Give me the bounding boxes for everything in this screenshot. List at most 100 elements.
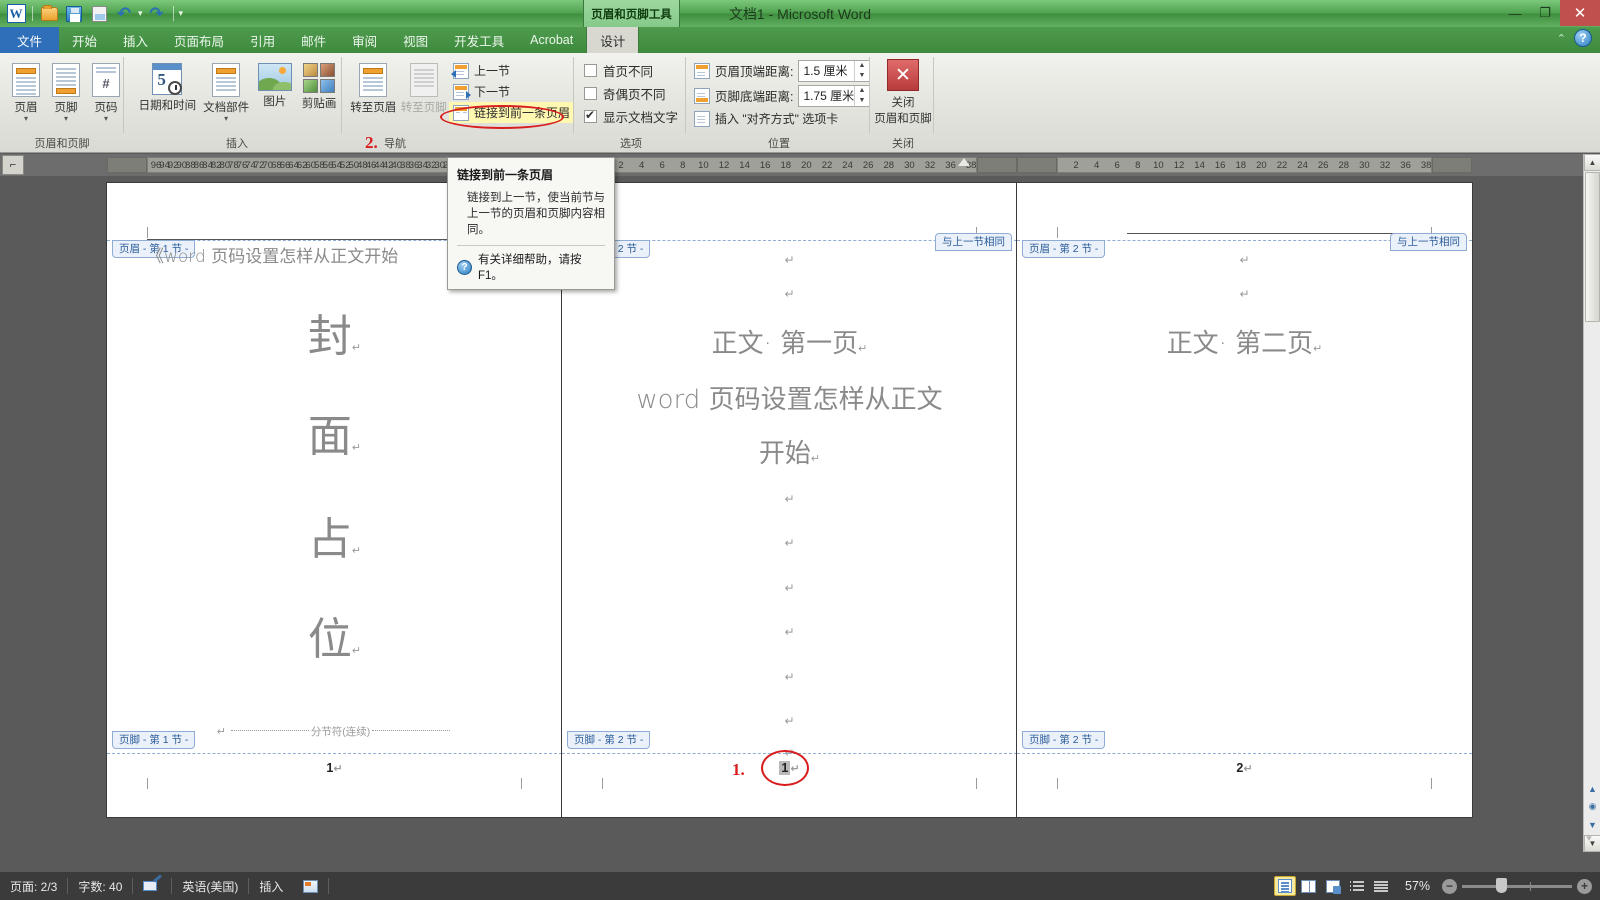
status-language[interactable]: 英语(美国) bbox=[172, 872, 248, 900]
customize-qat-icon[interactable]: ▾ bbox=[179, 8, 184, 19]
next-section-button[interactable]: 下一节 bbox=[449, 81, 574, 102]
help-icon[interactable]: ? bbox=[1574, 29, 1592, 47]
page-number-dropdown-icon[interactable]: ▾ bbox=[104, 115, 108, 122]
full-screen-reading-view-button[interactable] bbox=[1298, 876, 1320, 896]
page3-page-number[interactable]: 2↵ bbox=[1017, 761, 1472, 775]
page2-body-line-3[interactable]: 开始↵ bbox=[562, 433, 1017, 470]
clipart-button[interactable]: 剪贴画 bbox=[296, 59, 342, 122]
header-distance-spinner[interactable]: ▲▼ bbox=[854, 61, 869, 81]
ruler-tick: 12 bbox=[1174, 160, 1185, 171]
footer-distance-spinner[interactable]: ▲▼ bbox=[854, 86, 869, 106]
left-tab-stop-icon[interactable]: ⌐ bbox=[2, 155, 24, 175]
print-preview-icon[interactable] bbox=[88, 3, 110, 25]
minimize-ribbon-icon[interactable]: ⌃ bbox=[1557, 32, 1566, 45]
checkbox-box-odd-even[interactable] bbox=[584, 87, 597, 100]
page1-footer-boundary bbox=[107, 753, 562, 754]
save-icon[interactable] bbox=[63, 3, 85, 25]
ruler-band-page3[interactable]: 24681012141618202224262830323638 bbox=[1057, 157, 1432, 173]
ruler-tick: 36 bbox=[1400, 160, 1411, 171]
close-header-footer-icon[interactable]: ✕ bbox=[887, 59, 919, 91]
zoom-percent-label[interactable]: 57% bbox=[1393, 879, 1442, 893]
page2-page-number[interactable]: 1↵ bbox=[562, 761, 1017, 775]
different-odd-even-checkbox[interactable]: 奇偶页不同 bbox=[584, 82, 686, 105]
page-3[interactable]: 页眉 - 第 2 节 - 与上一节相同 ↵ ↵ 正文· 第二页↵ 页脚 - 第 … bbox=[1017, 183, 1472, 817]
status-word-count[interactable]: 字数: 40 bbox=[68, 872, 132, 900]
zoom-thumb[interactable] bbox=[1496, 878, 1507, 893]
previous-page-button[interactable]: ▲ bbox=[1585, 781, 1600, 796]
macro-record-icon[interactable] bbox=[293, 872, 328, 900]
tab-review[interactable]: 审阅 bbox=[339, 27, 390, 53]
vertical-scrollbar[interactable]: ▲ ▲ ◉ ▼ ▼ bbox=[1583, 154, 1600, 852]
select-browse-object-button[interactable]: ◉ bbox=[1585, 799, 1600, 814]
undo-dropdown-icon[interactable]: ▾ bbox=[138, 8, 143, 19]
tab-view[interactable]: 视图 bbox=[390, 27, 441, 53]
redo-icon[interactable]: ↷ bbox=[146, 3, 168, 25]
header-distance-icon bbox=[694, 63, 710, 79]
link-to-previous-button[interactable]: 链接到前一条页眉 bbox=[449, 102, 574, 123]
restore-button[interactable]: ❐ bbox=[1530, 0, 1560, 26]
draft-view-button[interactable] bbox=[1370, 876, 1392, 896]
page-2[interactable]: 页眉 - 第 2 节 - 与上一节相同 ↵ ↵ 正文· 第一页↵ word 页码… bbox=[562, 183, 1017, 817]
page1-body-line-3[interactable]: 占↵ bbox=[107, 503, 562, 567]
page1-body-line-2[interactable]: 面↵ bbox=[107, 400, 562, 464]
window-controls: — ❐ ✕ bbox=[1500, 0, 1600, 26]
document-parts-button[interactable]: 文档部件 ▾ bbox=[199, 59, 254, 122]
tab-references[interactable]: 引用 bbox=[237, 27, 288, 53]
date-time-button[interactable]: 5 日期和时间 bbox=[138, 59, 197, 122]
zoom-track[interactable] bbox=[1462, 885, 1572, 888]
zoom-in-button[interactable]: + bbox=[1577, 879, 1592, 894]
page1-body-line-4[interactable]: 位↵ bbox=[107, 603, 562, 667]
zoom-slider[interactable]: − + bbox=[1442, 879, 1592, 894]
tab-insert[interactable]: 插入 bbox=[110, 27, 161, 53]
footer-distance-input[interactable]: 1.75 厘米 ▲▼ bbox=[798, 85, 870, 107]
collapse-ribbon-arrow-icon[interactable]: ⯆ bbox=[1582, 830, 1596, 848]
document-parts-dropdown-icon[interactable]: ▾ bbox=[224, 115, 228, 122]
minimize-button[interactable]: — bbox=[1500, 0, 1530, 26]
print-layout-view-button[interactable] bbox=[1274, 876, 1296, 896]
scroll-up-button[interactable]: ▲ bbox=[1584, 154, 1600, 171]
show-document-text-checkbox[interactable]: 显示文档文字 bbox=[584, 105, 686, 128]
previous-section-button[interactable]: 上一节 bbox=[449, 60, 574, 81]
page1-body-line-1[interactable]: 封↵ bbox=[107, 300, 562, 364]
insert-alignment-tab-button[interactable]: 插入 "对齐方式" 选项卡 bbox=[694, 108, 870, 129]
status-page-info[interactable]: 页面: 2/3 bbox=[0, 872, 67, 900]
footer-button[interactable]: 页脚 ▾ bbox=[48, 59, 84, 122]
close-button[interactable]: ✕ bbox=[1560, 0, 1600, 26]
page2-body-line-1[interactable]: 正文· 第一页↵ bbox=[562, 323, 1017, 360]
different-first-page-checkbox[interactable]: 首页不同 bbox=[584, 59, 686, 82]
close-hf-label-1: 关闭 bbox=[892, 94, 915, 110]
page1-page-number[interactable]: 1↵ bbox=[107, 761, 562, 775]
tab-home[interactable]: 开始 bbox=[59, 27, 110, 53]
zoom-out-button[interactable]: − bbox=[1442, 879, 1457, 894]
ruler-band-page2[interactable]: 24681012141618202224262830323638 bbox=[602, 157, 977, 173]
page3-body-line-1[interactable]: 正文· 第二页↵ bbox=[1017, 323, 1472, 360]
header-dropdown-icon[interactable]: ▾ bbox=[24, 115, 28, 122]
undo-icon[interactable]: ↶ bbox=[113, 3, 135, 25]
outline-view-button[interactable] bbox=[1346, 876, 1368, 896]
status-insert-mode[interactable]: 插入 bbox=[249, 872, 293, 900]
tab-developer[interactable]: 开发工具 bbox=[441, 27, 517, 53]
footer-dropdown-icon[interactable]: ▾ bbox=[64, 115, 68, 122]
checkbox-box-first-page[interactable] bbox=[584, 64, 597, 77]
quick-access-toolbar: W ↶ ▾ ↷ ▾ bbox=[0, 3, 183, 25]
header-distance-input[interactable]: 1.5 厘米 ▲▼ bbox=[798, 60, 870, 82]
tab-file[interactable]: 文件 bbox=[0, 27, 59, 53]
web-layout-view-button[interactable] bbox=[1322, 876, 1344, 896]
picture-button[interactable]: 图片 bbox=[256, 59, 295, 122]
page2-body-line-2[interactable]: word 页码设置怎样从正文 bbox=[562, 379, 1017, 416]
open-icon[interactable] bbox=[38, 3, 60, 25]
goto-header-button[interactable]: 转至页眉 bbox=[348, 59, 398, 123]
spell-check-icon[interactable] bbox=[133, 872, 171, 900]
page-number-button[interactable]: # 页码 ▾ bbox=[88, 59, 124, 122]
tab-page-layout[interactable]: 页面布局 bbox=[161, 27, 237, 53]
checkbox-box-show-text[interactable] bbox=[584, 110, 597, 123]
document-canvas[interactable]: 页眉 - 第 1 节 - 《word 页码设置怎样从正文开始 封↵ 面↵ 占↵ … bbox=[0, 176, 1545, 852]
ruler-tick: 14 bbox=[739, 160, 750, 171]
tab-design[interactable]: 设计 bbox=[586, 27, 639, 53]
tab-mailings[interactable]: 邮件 bbox=[288, 27, 339, 53]
scrollbar-thumb[interactable] bbox=[1585, 172, 1600, 322]
tab-acrobat[interactable]: Acrobat bbox=[517, 27, 586, 53]
first-line-indent-marker[interactable] bbox=[958, 158, 970, 166]
page2-empty-para-1: ↵ bbox=[562, 492, 1017, 506]
header-button[interactable]: 页眉 ▾ bbox=[8, 59, 44, 122]
